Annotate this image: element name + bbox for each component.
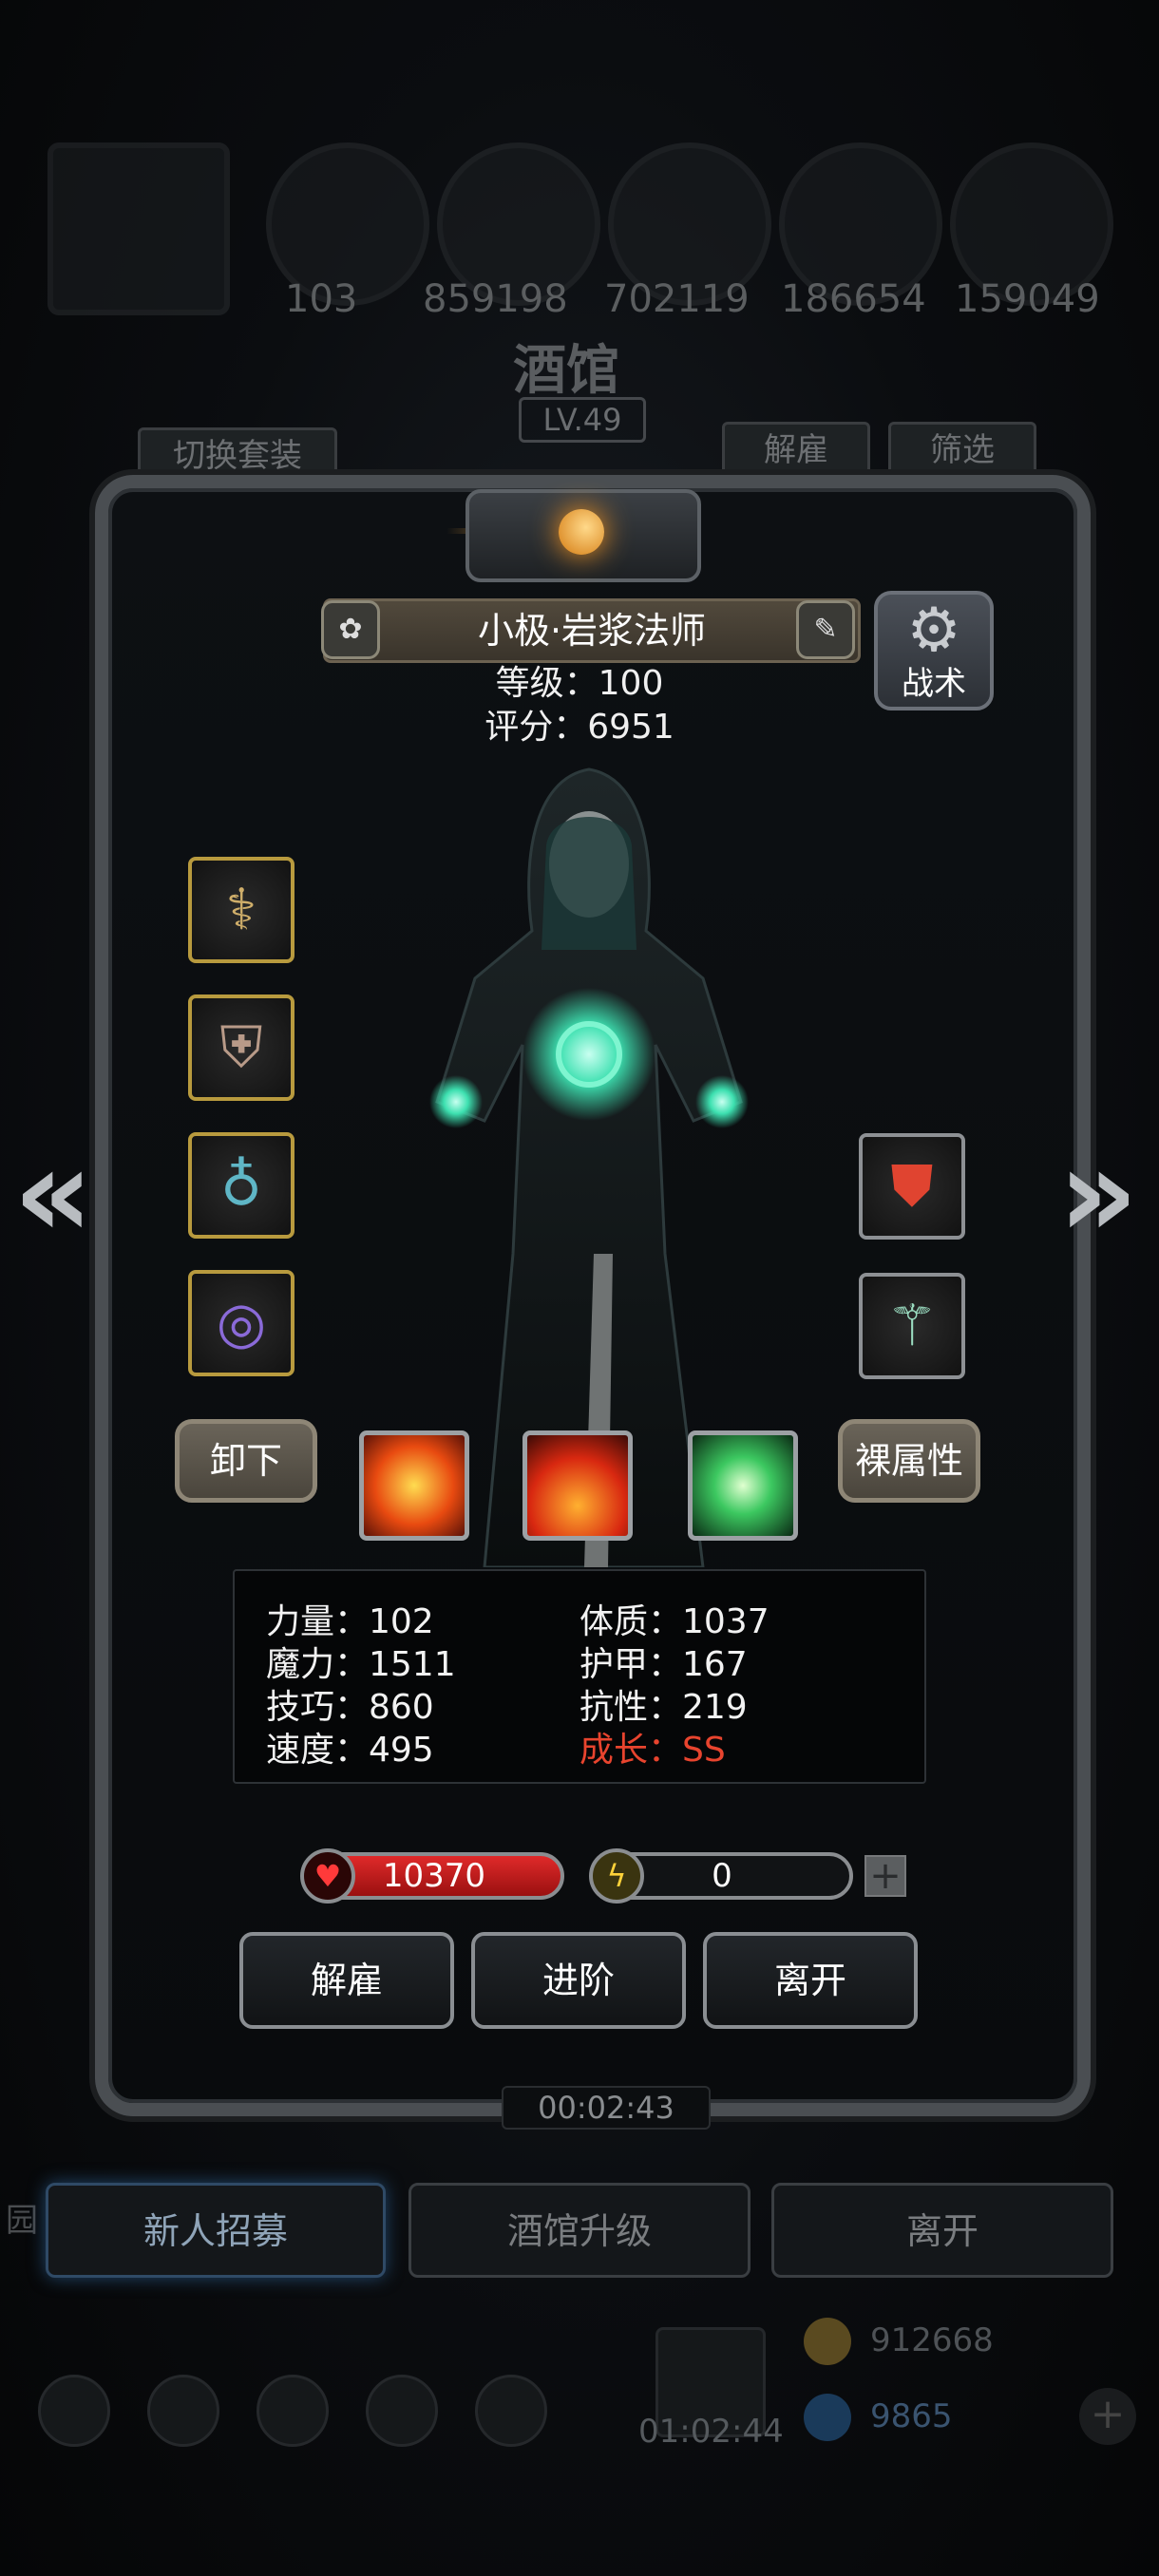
resource-count: 159049 — [955, 277, 1100, 321]
add-energy-button[interactable]: + — [864, 1855, 906, 1897]
hero-portrait-slot — [48, 142, 230, 315]
new-recruit-button[interactable]: 新人招募 — [46, 2183, 386, 2278]
resource-count: 103 — [285, 277, 358, 321]
dismiss-top-button[interactable]: 解雇 — [722, 422, 870, 479]
tavern-upgrade-button[interactable]: 酒馆升级 — [408, 2183, 750, 2278]
gem-icon — [804, 2394, 851, 2441]
tactic-button[interactable]: ⚙ 战术 — [874, 591, 994, 710]
menu-icon[interactable] — [256, 2375, 329, 2447]
weapon-slot[interactable]: ⚕ — [188, 857, 294, 963]
armor-icon: ⛨ — [219, 1014, 263, 1081]
menu-icon[interactable] — [475, 2375, 547, 2447]
armor-slot[interactable]: ⛨ — [188, 994, 294, 1101]
menu-icon[interactable] — [147, 2375, 219, 2447]
dismiss-button[interactable]: 解雇 — [239, 1932, 454, 2029]
unequip-button[interactable]: 卸下 — [175, 1419, 317, 1503]
stat-growth: 成长：SS — [580, 1731, 726, 1770]
recruit-timer: 00:02:43 — [502, 2086, 711, 2130]
heart-icon: ♥ — [300, 1848, 355, 1904]
medal-icon[interactable]: ✿ — [321, 600, 380, 659]
edit-name-icon[interactable]: ✎ — [796, 600, 855, 659]
wand-slot[interactable]: ⚚ — [859, 1273, 965, 1379]
emblem-icon: ⛊ — [890, 1153, 934, 1220]
tavern-level: LV.49 — [519, 397, 646, 443]
hero-name: 小极·岩浆法师 — [477, 610, 707, 652]
fire-burst-icon — [364, 1435, 465, 1536]
base-attributes-button[interactable]: 裸属性 — [838, 1419, 980, 1503]
hero-score: 评分：6951 — [484, 708, 674, 747]
staff-icon: ⚕ — [225, 877, 257, 943]
stat-speed: 速度：495 — [266, 1731, 434, 1770]
flame-icon — [527, 1435, 628, 1536]
skill-slot[interactable] — [359, 1430, 469, 1541]
tavern-title: 酒馆 — [513, 340, 619, 402]
gold-amount: 912668 — [870, 2321, 994, 2359]
resource-count: 186654 — [781, 277, 926, 321]
resource-count: 702119 — [604, 277, 750, 321]
next-hero-arrow-icon[interactable]: » — [1058, 1121, 1138, 1265]
side-label: 园 — [6, 2202, 38, 2240]
menu-icon[interactable] — [38, 2375, 110, 2447]
wand-icon: ⚚ — [886, 1293, 938, 1359]
advance-button[interactable]: 进阶 — [471, 1932, 686, 2029]
previous-hero-arrow-icon[interactable]: « — [13, 1121, 93, 1265]
menu-icon[interactable] — [366, 2375, 438, 2447]
lightning-icon: ϟ — [589, 1848, 644, 1904]
amulet-slot[interactable]: ♁ — [188, 1132, 294, 1239]
leave-panel-button[interactable]: 离开 — [703, 1932, 918, 2029]
ring-slot[interactable]: ◎ — [188, 1270, 294, 1376]
gem-amount: 9865 — [870, 2397, 953, 2435]
gear-icon: ⚙ — [906, 596, 961, 666]
hero-name-bar: 小极·岩浆法师 — [323, 598, 861, 663]
hero-level: 等级：100 — [495, 664, 664, 703]
gold-coin-icon — [804, 2318, 851, 2365]
skill-slot[interactable] — [522, 1430, 633, 1541]
moon-emblem-icon — [559, 509, 604, 555]
tavern-leave-button[interactable]: 离开 — [771, 2183, 1113, 2278]
amulet-icon: ♁ — [220, 1152, 262, 1219]
filter-button[interactable]: 筛选 — [888, 422, 1036, 479]
emblem-slot[interactable]: ⛊ — [859, 1133, 965, 1240]
green-spirit-icon — [693, 1435, 793, 1536]
add-currency-button[interactable]: + — [1079, 2388, 1136, 2445]
resource-count: 859198 — [423, 277, 568, 321]
gift-timer: 01:02:44 — [638, 2413, 784, 2451]
tactic-label: 战术 — [902, 665, 966, 703]
ring-icon: ◎ — [216, 1290, 267, 1356]
skill-slot[interactable] — [688, 1430, 798, 1541]
